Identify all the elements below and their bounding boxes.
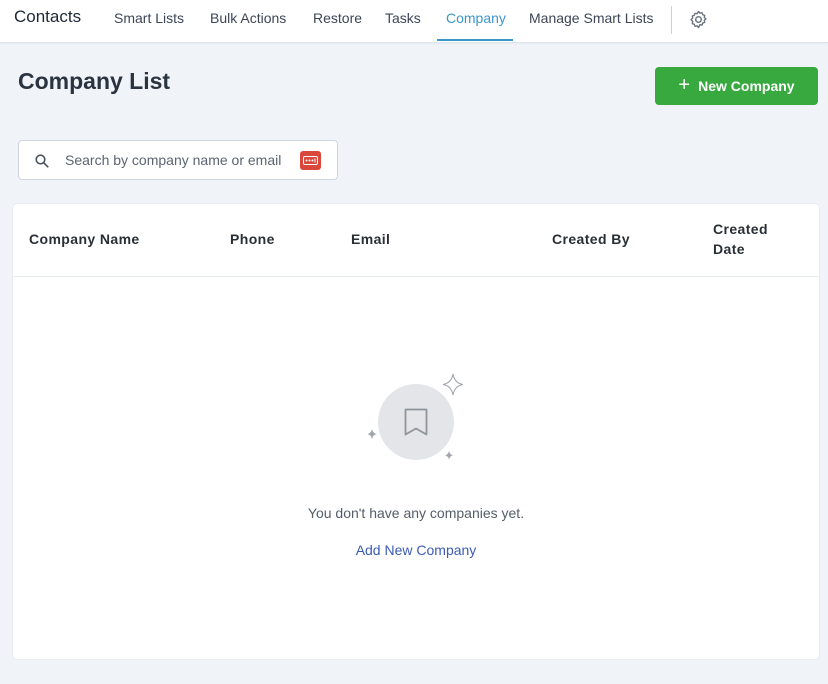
sparkle-left [367,429,377,439]
add-new-company-link[interactable]: Add New Company [13,542,819,558]
nav-bulk-actions[interactable]: Bulk Actions [210,10,286,26]
table-header: Company Name Phone Email Created By Crea… [13,204,819,277]
search-icon [34,153,50,169]
new-company-button[interactable]: + New Company [655,67,818,105]
sparkle-bottom [445,451,453,460]
company-table: Company Name Phone Email Created By Crea… [13,204,819,659]
column-company-name[interactable]: Company Name [29,229,140,249]
empty-state-illustration [365,373,465,469]
empty-state-message: You don't have any companies yet. [307,505,525,521]
nav-divider [671,6,672,34]
nav-smart-lists[interactable]: Smart Lists [114,10,184,26]
page-title: Company List [18,68,171,94]
nav-company[interactable]: Company [446,10,506,26]
nav-restore[interactable]: Restore [313,10,362,26]
column-email[interactable]: Email [351,229,390,249]
active-tab-indicator [437,39,513,41]
column-created-date[interactable]: Created Date [713,219,783,259]
nav-manage-smart-lists[interactable]: Manage Smart Lists [529,10,654,26]
plus-icon: + [678,74,691,96]
app-title: Contacts [14,7,82,26]
top-nav: Contacts Smart Lists Bulk Actions Restor… [0,0,828,43]
column-phone[interactable]: Phone [230,229,275,249]
new-company-label: New Company [698,78,795,94]
sparkle-large [442,373,464,396]
nav-tasks[interactable]: Tasks [385,10,421,26]
search-input[interactable] [65,149,295,171]
search-box [18,140,338,180]
column-created-by[interactable]: Created By [552,229,630,249]
gear-icon[interactable] [688,9,709,30]
password-manager-icon[interactable] [300,151,321,170]
